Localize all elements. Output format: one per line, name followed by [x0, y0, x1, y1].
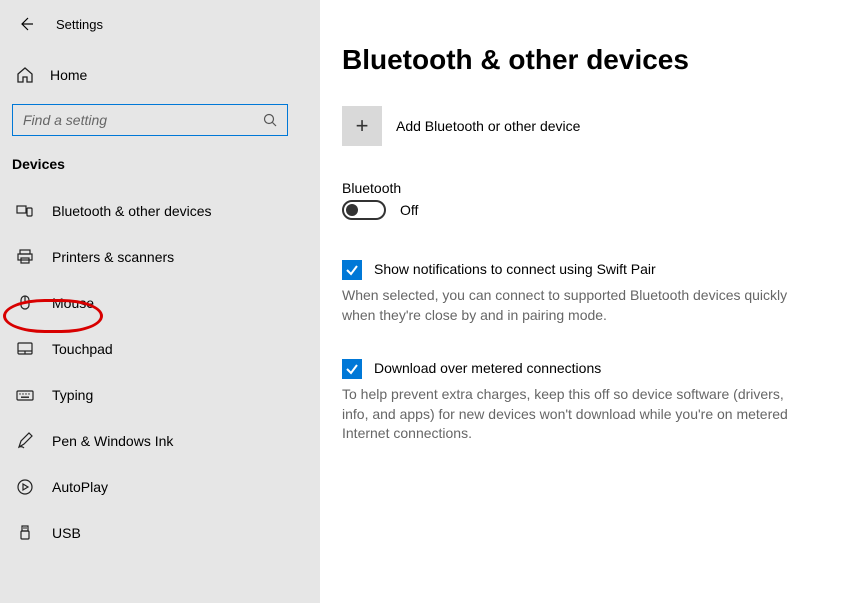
- nav-usb[interactable]: USB: [0, 510, 320, 556]
- swift-pair-row: Show notifications to connect using Swif…: [342, 260, 833, 280]
- search-box[interactable]: [12, 104, 288, 136]
- check-icon: [345, 362, 359, 376]
- bluetooth-toggle[interactable]: [342, 200, 386, 220]
- section-heading: Devices: [0, 136, 320, 178]
- nav-autoplay[interactable]: AutoPlay: [0, 464, 320, 510]
- search-icon: [263, 113, 277, 127]
- search-input[interactable]: [23, 112, 263, 128]
- bluetooth-label: Bluetooth: [342, 180, 833, 196]
- home-nav[interactable]: Home: [0, 54, 320, 96]
- check-icon: [345, 263, 359, 277]
- keyboard-icon: [16, 386, 34, 404]
- nav-label: Printers & scanners: [52, 249, 174, 265]
- home-icon: [16, 66, 34, 84]
- nav-label: Touchpad: [52, 341, 113, 357]
- devices-icon: [16, 202, 34, 220]
- titlebar: Settings: [0, 14, 320, 54]
- autoplay-icon: [16, 478, 34, 496]
- plus-icon: +: [356, 113, 369, 139]
- nav-label: USB: [52, 525, 81, 541]
- touchpad-icon: [16, 340, 34, 358]
- back-button[interactable]: [16, 14, 36, 34]
- nav-label: Mouse: [52, 295, 94, 311]
- nav-label: Pen & Windows Ink: [52, 433, 173, 449]
- nav-printers[interactable]: Printers & scanners: [0, 234, 320, 280]
- metered-label: Download over metered connections: [374, 359, 601, 376]
- swift-pair-label: Show notifications to connect using Swif…: [374, 260, 656, 277]
- search-wrap: [0, 104, 320, 136]
- page-title: Bluetooth & other devices: [342, 44, 833, 76]
- printer-icon: [16, 248, 34, 266]
- nav-pen[interactable]: Pen & Windows Ink: [0, 418, 320, 464]
- sidebar: Settings Home Devices Bluetooth & other …: [0, 0, 320, 603]
- swift-pair-help: When selected, you can connect to suppor…: [342, 286, 802, 325]
- nav-bluetooth[interactable]: Bluetooth & other devices: [0, 188, 320, 234]
- nav-label: AutoPlay: [52, 479, 108, 495]
- main-content: Bluetooth & other devices + Add Bluetoot…: [320, 0, 863, 603]
- toggle-knob: [346, 204, 358, 216]
- metered-row: Download over metered connections: [342, 359, 833, 379]
- metered-checkbox[interactable]: [342, 359, 362, 379]
- bluetooth-state: Off: [400, 202, 418, 218]
- nav-mouse[interactable]: Mouse: [0, 280, 320, 326]
- usb-icon: [16, 524, 34, 542]
- add-device-label: Add Bluetooth or other device: [396, 118, 580, 134]
- nav-label: Bluetooth & other devices: [52, 203, 212, 219]
- add-device-tile[interactable]: +: [342, 106, 382, 146]
- nav-list: Bluetooth & other devices Printers & sca…: [0, 188, 320, 556]
- arrow-left-icon: [18, 16, 34, 32]
- nav-typing[interactable]: Typing: [0, 372, 320, 418]
- metered-help: To help prevent extra charges, keep this…: [342, 385, 802, 444]
- bluetooth-toggle-row: Off: [342, 200, 833, 220]
- nav-touchpad[interactable]: Touchpad: [0, 326, 320, 372]
- swift-pair-checkbox[interactable]: [342, 260, 362, 280]
- home-label: Home: [50, 67, 87, 83]
- pen-icon: [16, 432, 34, 450]
- window-title: Settings: [56, 17, 103, 32]
- mouse-icon: [16, 294, 34, 312]
- nav-label: Typing: [52, 387, 93, 403]
- add-device-row[interactable]: + Add Bluetooth or other device: [342, 106, 833, 146]
